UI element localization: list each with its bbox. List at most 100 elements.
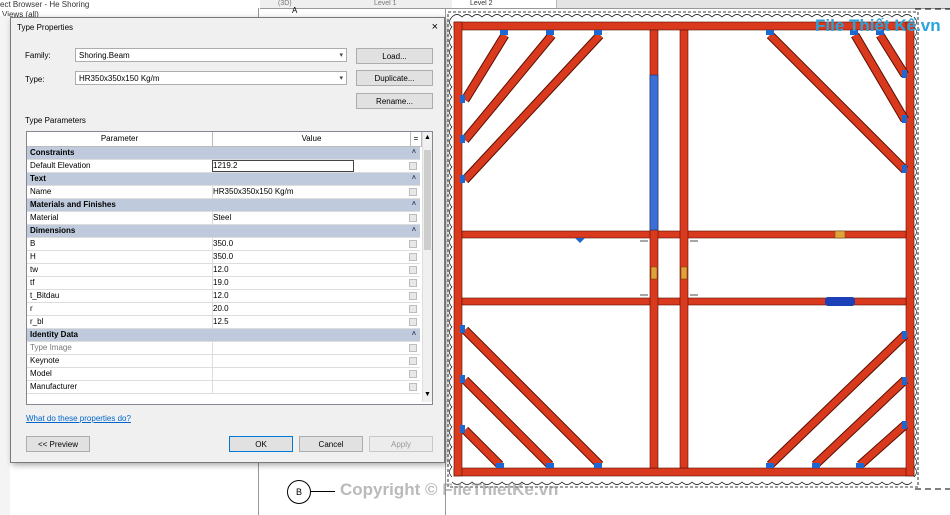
grid-bubble-b[interactable]: B — [287, 480, 311, 504]
cancel-button[interactable]: Cancel — [299, 436, 363, 452]
parameter-row[interactable]: Name HR350x350x150 Kg/m — [27, 186, 420, 199]
associate-parameter-button[interactable] — [409, 344, 417, 352]
parameter-name: Type Image — [30, 343, 72, 352]
help-link[interactable]: What do these properties do? — [26, 414, 131, 423]
associate-parameter-button[interactable] — [409, 292, 417, 300]
type-parameters-grid[interactable]: Parameter Value = Constraints ˄ Default El… — [26, 131, 433, 405]
scroll-down-icon[interactable]: ▼ — [424, 391, 431, 398]
rename-button[interactable]: Rename... — [356, 93, 433, 109]
parameter-value[interactable]: HR350x350x150 Kg/m — [213, 186, 294, 198]
scroll-up-icon[interactable]: ▲ — [424, 134, 431, 141]
parameter-name: t_Bitdau — [30, 291, 60, 300]
group-row[interactable]: Identity Data ˄ — [27, 329, 420, 342]
collapse-icon[interactable]: ˄ — [412, 199, 416, 211]
watermark-copyright: Copyright © FileThietKe.vn — [340, 480, 559, 499]
chevron-down-icon: ▾ — [339, 75, 343, 82]
type-parameters-label: Type Parameters — [25, 116, 86, 125]
close-icon[interactable]: × — [432, 21, 438, 33]
collapse-icon[interactable]: ˄ — [412, 147, 416, 159]
parameter-name: Name — [30, 187, 52, 196]
associate-parameter-button[interactable] — [409, 214, 417, 222]
group-toggle-icon[interactable]: = — [411, 132, 422, 146]
parameter-row[interactable]: tw 12.0 — [27, 264, 420, 277]
group-row[interactable]: Materials and Finishes ˄ — [27, 199, 420, 212]
duplicate-button[interactable]: Duplicate... — [356, 70, 433, 86]
associate-parameter-button[interactable] — [409, 370, 417, 378]
parameter-row[interactable]: Material Steel — [27, 212, 420, 225]
shoring-plan-drawing[interactable] — [440, 5, 950, 515]
parameter-value[interactable]: Steel — [213, 212, 231, 224]
associate-parameter-button[interactable] — [409, 357, 417, 365]
associate-parameter-button[interactable] — [409, 279, 417, 287]
collapse-icon[interactable]: ˄ — [412, 225, 416, 237]
associate-parameter-button[interactable] — [409, 253, 417, 261]
waler-beams — [453, 21, 915, 477]
associate-parameter-button[interactable] — [409, 305, 417, 313]
cell-divider — [212, 342, 213, 355]
cell-divider — [212, 381, 213, 394]
parameter-row[interactable]: B 350.0 — [27, 238, 420, 251]
associate-parameter-button[interactable] — [409, 318, 417, 326]
grid-line — [310, 491, 335, 492]
group-label: Dimensions — [30, 226, 76, 235]
scrollbar-thumb[interactable] — [424, 150, 431, 250]
preview-button[interactable]: << Preview — [26, 436, 90, 452]
parameter-name: r — [30, 304, 33, 313]
group-row[interactable]: Text ˄ — [27, 173, 420, 186]
load-button[interactable]: Load... — [356, 48, 433, 64]
parameter-row[interactable]: tf 19.0 — [27, 277, 420, 290]
project-browser-title: ect Browser - He Shoring — [0, 0, 90, 9]
parameter-row[interactable]: Default Elevation 1219.2 — [27, 160, 420, 173]
cell-divider — [212, 368, 213, 381]
parameter-value[interactable]: 1219.2 — [213, 160, 237, 172]
parameter-name: Model — [30, 369, 52, 378]
parameter-name: Manufacturer — [30, 382, 78, 391]
associate-parameter-button[interactable] — [409, 240, 417, 248]
ok-button[interactable]: OK — [229, 436, 293, 452]
watermark-logo: File Thiết Kế.vn — [815, 16, 941, 35]
parameter-name: tf — [30, 278, 35, 287]
section-marks — [640, 240, 698, 296]
family-select[interactable]: Shoring.Beam ▾ — [75, 48, 347, 62]
tab-3d[interactable]: (3D) — [260, 0, 359, 8]
parameter-value[interactable]: 12.5 — [213, 316, 229, 328]
parameter-name: Material — [30, 213, 59, 222]
parameter-row[interactable]: H 350.0 — [27, 251, 420, 264]
parameter-row[interactable]: Manufacturer — [27, 381, 420, 394]
parameter-value[interactable]: 12.0 — [213, 264, 229, 276]
type-select[interactable]: HR350x350x150 Kg/m ▾ — [75, 71, 347, 85]
collapse-icon[interactable]: ˄ — [412, 329, 416, 341]
parameter-row[interactable]: Keynote — [27, 355, 420, 368]
associate-parameter-button[interactable] — [409, 266, 417, 274]
apply-button[interactable]: Apply — [369, 436, 433, 452]
parameter-value[interactable]: 20.0 — [213, 303, 229, 315]
column-header-parameter[interactable]: Parameter — [27, 132, 213, 146]
parameter-name: tw — [30, 265, 38, 274]
group-row[interactable]: Constraints ˄ — [27, 147, 420, 160]
parameter-row[interactable]: r_bl 12.5 — [27, 316, 420, 329]
selected-beam[interactable] — [649, 74, 659, 231]
grid-header: Parameter Value = — [27, 132, 422, 147]
project-browser-tree[interactable] — [0, 16, 10, 515]
chevron-down-icon: ▾ — [339, 52, 343, 59]
parameter-row[interactable]: Model — [27, 368, 420, 381]
type-properties-dialog: Type Properties × Family: Shoring.Beam ▾… — [10, 17, 445, 463]
dialog-title: Type Properties — [17, 23, 74, 32]
column-header-value[interactable]: Value — [213, 132, 411, 146]
collapse-icon[interactable]: ˄ — [412, 173, 416, 185]
parameter-row[interactable]: t_Bitdau 12.0 — [27, 290, 420, 303]
grid-scrollbar[interactable]: ▲ ▼ — [422, 132, 432, 402]
parameter-value[interactable]: 350.0 — [213, 251, 233, 263]
associate-parameter-button[interactable] — [409, 383, 417, 391]
parameter-value[interactable]: 12.0 — [213, 290, 229, 302]
parameter-value[interactable]: 19.0 — [213, 277, 229, 289]
group-row[interactable]: Dimensions ˄ — [27, 225, 420, 238]
associate-parameter-button[interactable] — [409, 188, 417, 196]
associate-parameter-button[interactable] — [409, 162, 417, 170]
parameter-row[interactable]: r 20.0 — [27, 303, 420, 316]
parameter-row[interactable]: Type Image — [27, 342, 420, 355]
group-label: Text — [30, 174, 46, 183]
parameter-value[interactable]: 350.0 — [213, 238, 233, 250]
group-label: Identity Data — [30, 330, 79, 339]
type-select-value: HR350x350x150 Kg/m — [79, 74, 160, 83]
